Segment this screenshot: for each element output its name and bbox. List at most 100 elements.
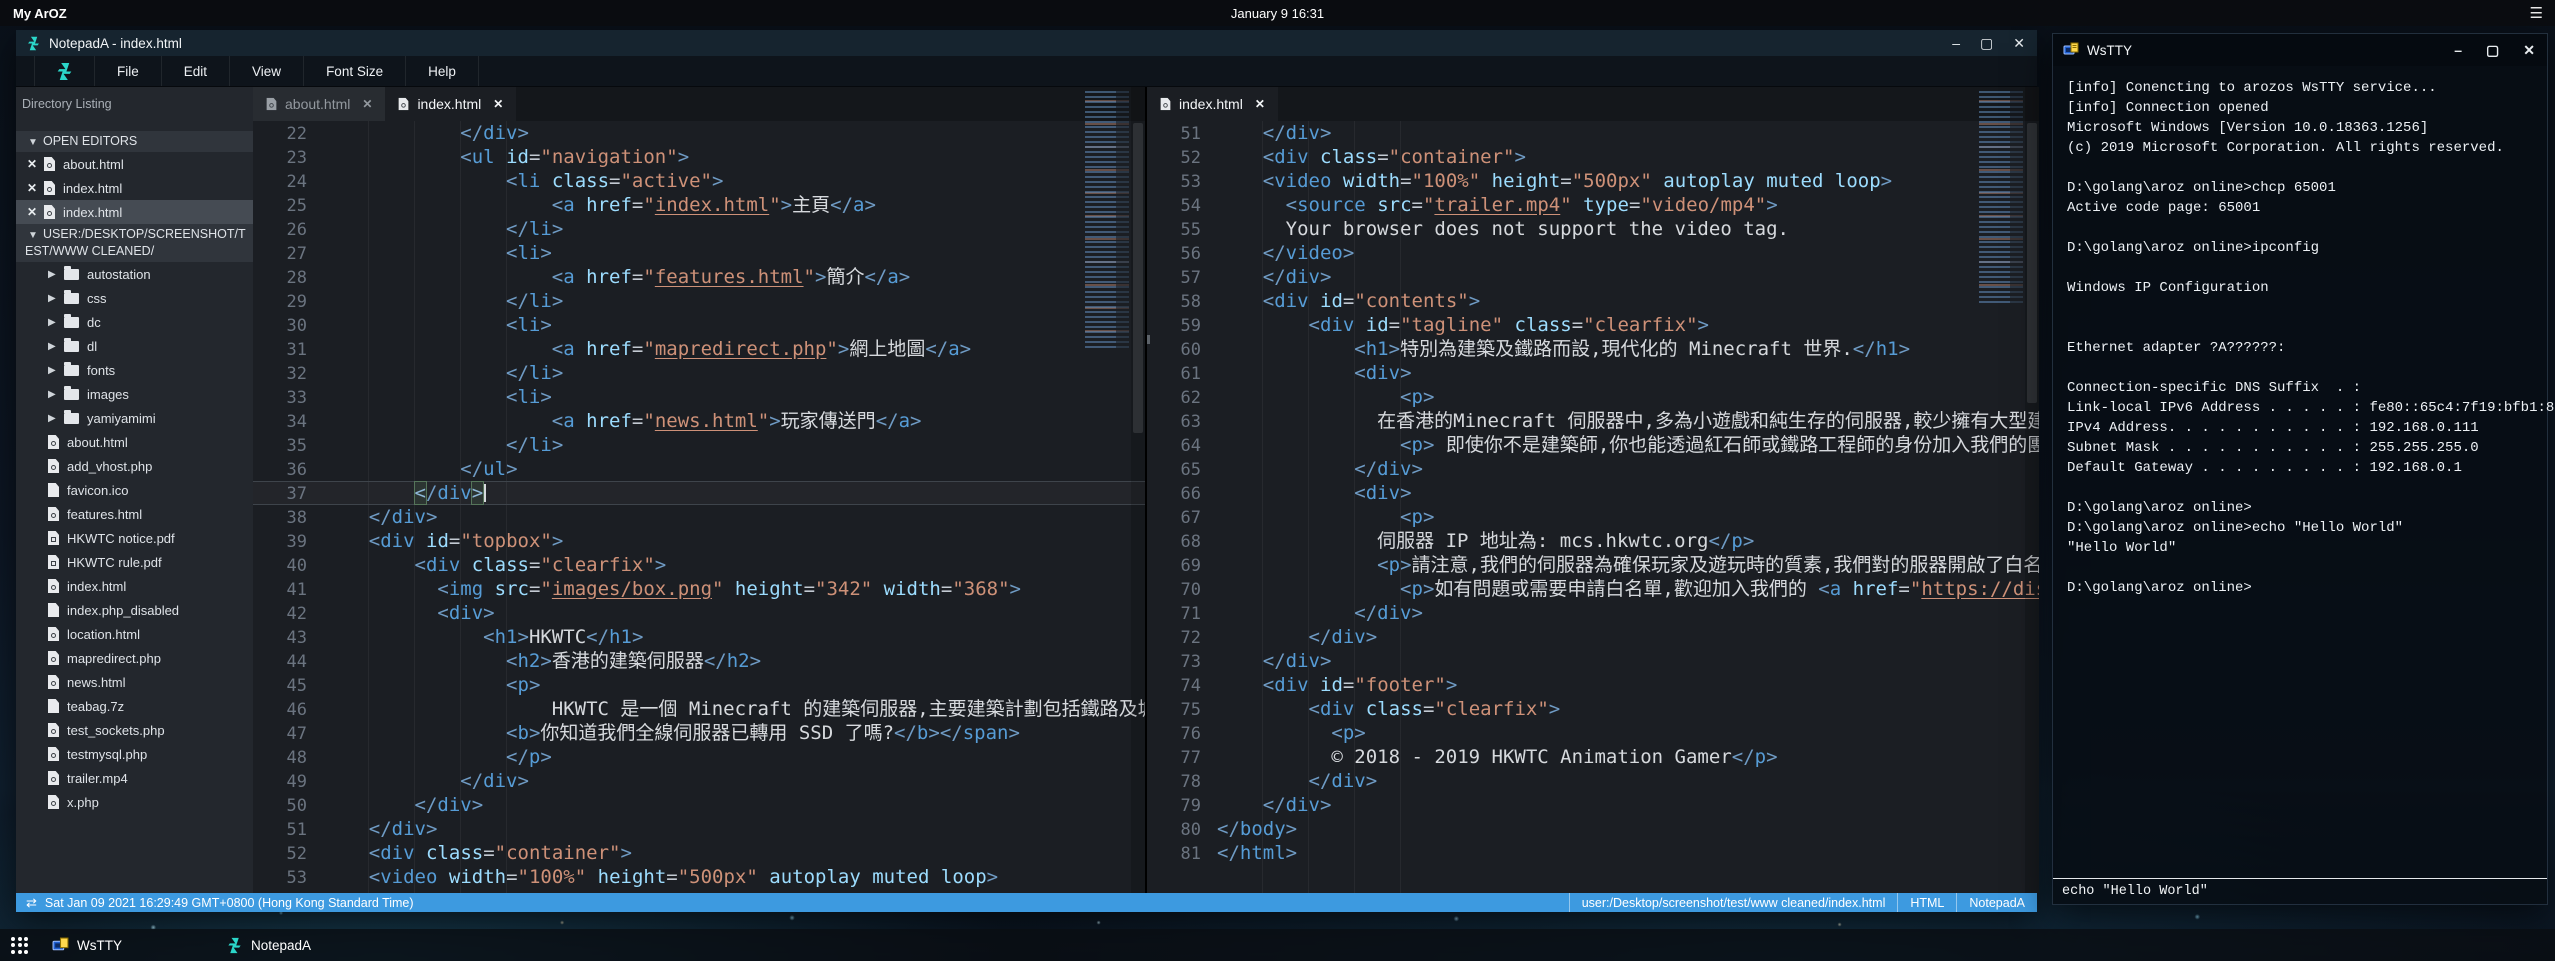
open-editor-item[interactable]: ✕index.html [16, 176, 253, 200]
line-number: 63 [1147, 410, 1217, 434]
terminal-line: Active code page: 65001 [2067, 198, 2533, 218]
terminal-line: Link-local IPv6 Address . . . . . : fe80… [2067, 398, 2533, 418]
terminal-output[interactable]: [info] Conencting to arozos WsTTY servic… [2053, 66, 2547, 610]
code-editor-right[interactable]: 51 </div>52 <div class="container">53 <v… [1147, 121, 2039, 893]
tree-folder-dl[interactable]: ▶dl [16, 334, 253, 358]
menu-item-help[interactable]: Help [406, 56, 479, 86]
tree-folder-autostation[interactable]: ▶autostation [16, 262, 253, 286]
tab-index.html[interactable]: index.html✕ [385, 87, 516, 121]
taskbar-item-notepada[interactable]: NotepadA [220, 929, 317, 961]
minimap-right[interactable] [1979, 91, 2023, 306]
close-icon[interactable]: ✕ [1255, 97, 1265, 111]
terminal-input[interactable]: echo "Hello World" [2053, 878, 2547, 904]
scrollbar-right[interactable] [2025, 87, 2039, 893]
tree-folder-yamiyamimi[interactable]: ▶yamiyamimi [16, 406, 253, 430]
code-line: 77 © 2018 - 2019 HKWTC Animation Gamer</… [1147, 745, 2039, 769]
workspace-folder-header[interactable]: ▼ USER:/DESKTOP/SCREENSHOT/TEST/WWW CLEA… [16, 224, 253, 262]
folder-icon [64, 341, 79, 352]
minimize-icon[interactable]: – [2454, 43, 2462, 57]
tab-index.html[interactable]: index.html✕ [1147, 87, 1278, 121]
terminal-line [2067, 558, 2533, 578]
tree-file-x.php[interactable]: x.php [16, 790, 253, 814]
open-editor-item[interactable]: ✕index.html [16, 200, 253, 224]
notepada-menu-logo-icon[interactable] [34, 56, 95, 86]
line-number: 28 [253, 266, 323, 290]
line-number: 64 [1147, 434, 1217, 458]
scrollbar-left[interactable] [1131, 87, 1145, 893]
close-icon[interactable]: ✕ [2523, 43, 2535, 57]
tab-about.html[interactable]: about.html✕ [253, 87, 385, 121]
maximize-icon[interactable]: ▢ [2486, 43, 2499, 57]
code-file-icon [48, 459, 59, 473]
directory-listing-sidebar: Directory Listing ▼ OPEN EDITORS ✕about.… [16, 87, 253, 893]
line-number: 69 [1147, 554, 1217, 578]
code-text: <div> [323, 602, 495, 624]
tree-file-favicon.ico[interactable]: favicon.ico [16, 478, 253, 502]
close-icon[interactable]: ✕ [362, 97, 372, 111]
maximize-icon[interactable]: ▢ [1980, 36, 1993, 50]
tree-file-test-sockets.php[interactable]: test_sockets.php [16, 718, 253, 742]
code-line: 80</body> [1147, 817, 2039, 841]
tree-file-location.html[interactable]: location.html [16, 622, 253, 646]
code-text: </div> [1217, 650, 1331, 672]
code-line: 27 <li> [253, 241, 1145, 265]
close-icon[interactable]: ✕ [493, 97, 503, 111]
status-language-mode[interactable]: HTML [1897, 893, 1956, 912]
code-file-icon [48, 507, 59, 521]
status-file-path[interactable]: user:/Desktop/screenshot/test/www cleane… [1569, 893, 1898, 912]
code-line: 79 </div> [1147, 793, 2039, 817]
close-icon[interactable]: ✕ [27, 205, 44, 219]
terminal-line: D:\golang\aroz online> [2067, 578, 2533, 598]
tree-file-news.html[interactable]: news.html [16, 670, 253, 694]
terminal-line: Ethernet adapter ?A??????: [2067, 338, 2533, 358]
close-icon[interactable]: ✕ [27, 157, 44, 171]
tree-file-teabag.7z[interactable]: teabag.7z [16, 694, 253, 718]
tree-folder-images[interactable]: ▶images [16, 382, 253, 406]
menu-item-file[interactable]: File [95, 56, 162, 86]
app-launcher-grid-icon[interactable] [11, 937, 28, 954]
menu-item-font-size[interactable]: Font Size [304, 56, 406, 86]
close-icon[interactable]: ✕ [27, 181, 44, 195]
line-number: 31 [253, 338, 323, 362]
tree-file-about.html[interactable]: about.html [16, 430, 253, 454]
tree-file-add-vhost.php[interactable]: add_vhost.php [16, 454, 253, 478]
taskbar-item-wstty[interactable]: WsTTY [46, 929, 128, 961]
tree-item-label: autostation [87, 267, 151, 282]
code-line: 38 </div> [253, 505, 1145, 529]
code-editor-left[interactable]: 22 </div>23 <ul id="navigation">24 <li c… [253, 121, 1145, 893]
minimize-icon[interactable]: – [1952, 36, 1960, 50]
tree-file-testmysql.php[interactable]: testmysql.php [16, 742, 253, 766]
code-text: 在香港的Minecraft 伺服器中,多為小遊戲和純生存的伺服器,較少擁有大型建… [1217, 410, 2039, 432]
code-file-icon [48, 675, 59, 689]
folder-icon [64, 293, 79, 304]
code-line: 31 <a href="mapredirect.php">網上地圖</a> [253, 337, 1145, 361]
line-number: 75 [1147, 698, 1217, 722]
code-text: </body> [1217, 818, 1297, 840]
code-text: </div> [323, 770, 529, 792]
open-editors-header[interactable]: ▼ OPEN EDITORS [16, 131, 253, 152]
wstty-title-bar[interactable]: WsTTY – ▢ ✕ [2053, 34, 2547, 66]
hamburger-menu-icon[interactable]: ☰ [2530, 4, 2543, 22]
notepada-title-bar[interactable]: NotepadA - index.html – ▢ ✕ [16, 30, 2037, 56]
code-text: <a href="features.html">簡介</a> [323, 266, 910, 288]
line-number: 50 [253, 794, 323, 818]
tree-file-index.html[interactable]: index.html [16, 574, 253, 598]
tree-file-mapredirect.php[interactable]: mapredirect.php [16, 646, 253, 670]
tree-file-features.html[interactable]: features.html [16, 502, 253, 526]
tree-folder-dc[interactable]: ▶dc [16, 310, 253, 334]
close-icon[interactable]: ✕ [2013, 36, 2025, 50]
code-text: <div class="container"> [323, 842, 632, 864]
open-editor-item[interactable]: ✕about.html [16, 152, 253, 176]
tree-file-trailer.mp4[interactable]: trailer.mp4 [16, 766, 253, 790]
menu-item-edit[interactable]: Edit [162, 56, 230, 86]
chevron-down-icon: ▼ [28, 134, 38, 151]
tree-file-HKWTC-rule.pdf[interactable]: HKWTC rule.pdf [16, 550, 253, 574]
aroz-menu-label[interactable]: My ArOZ [0, 6, 67, 21]
tree-file-HKWTC-notice.pdf[interactable]: HKWTC notice.pdf [16, 526, 253, 550]
tree-folder-fonts[interactable]: ▶fonts [16, 358, 253, 382]
menu-item-view[interactable]: View [230, 56, 304, 86]
line-number: 44 [253, 650, 323, 674]
minimap-left[interactable] [1085, 91, 1129, 349]
tree-folder-css[interactable]: ▶css [16, 286, 253, 310]
tree-file-index.php-disabled[interactable]: index.php_disabled [16, 598, 253, 622]
